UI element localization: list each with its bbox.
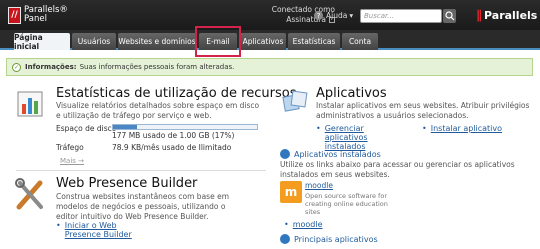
top-apps-icon	[280, 234, 290, 244]
applications-icon	[282, 88, 310, 118]
moodle-icon[interactable]: m	[280, 181, 302, 203]
disk-space-value: 177 MB usado de 1.00 GB (17%)	[112, 131, 235, 140]
tab-users[interactable]: Usuários	[72, 33, 116, 50]
help-label: Ajuda	[326, 11, 348, 20]
bullet-icon: •	[56, 221, 61, 230]
launch-wpb-link[interactable]: Iniciar o Web Presence Builder	[65, 221, 155, 239]
help-icon: ?	[314, 11, 323, 20]
email-tab-highlight	[195, 26, 241, 57]
statistics-description: Visualize relatórios detalhados sobre es…	[56, 101, 260, 120]
tab-websites-domains[interactable]: Websites e domínios	[118, 33, 196, 50]
section-divider	[16, 170, 266, 171]
bullet-icon: •	[316, 124, 321, 133]
installed-apps-heading[interactable]: Aplicativos instalados	[280, 149, 381, 159]
bullet-icon: •	[422, 124, 427, 133]
moodle-description: Open source software for creating online…	[305, 192, 388, 216]
statistics-chart-icon	[14, 88, 46, 122]
traffic-value: 78.9 KB/mês usado de Ilimitado	[112, 143, 232, 152]
manage-apps-link[interactable]: Gerenciar aplicativos instalados	[325, 124, 403, 151]
applications-description: Instalar aplicativos em seus websites. A…	[316, 101, 530, 120]
logo-icon: //	[8, 6, 21, 24]
brand-text: Parallels	[484, 8, 538, 22]
info-message: ✓ Informações: Suas informações pessoais…	[6, 58, 533, 76]
tab-statistics[interactable]: Estatísticas	[288, 33, 340, 50]
search-button[interactable]	[443, 9, 456, 23]
applications-title: Aplicativos	[316, 86, 387, 101]
disk-usage-bar	[112, 124, 258, 130]
top-bar: // Parallels® Panel Conectado como Assin…	[0, 0, 540, 30]
chevron-down-icon: ▾	[349, 11, 354, 20]
bullet-icon: •	[284, 220, 289, 229]
wpb-description: Construa websites instantâneos com base …	[56, 192, 229, 221]
info-check-icon: ✓	[12, 62, 21, 72]
disk-usage-fill	[113, 125, 138, 129]
search-icon	[445, 11, 455, 21]
more-stats-link[interactable]: Mais →	[60, 157, 84, 165]
info-message-label: Informações:	[25, 63, 77, 71]
tab-home[interactable]: Página inicial	[14, 33, 70, 51]
moodle-name[interactable]: moodle	[305, 181, 333, 190]
wpb-title: Web Presence Builder	[56, 176, 198, 191]
installed-apps-description: Utilize os links abaixo para acessar ou …	[280, 160, 515, 179]
disk-space-label: Espaço de disco	[56, 124, 117, 133]
statistics-title: Estatísticas de utilização de recursos	[56, 86, 297, 101]
install-app-link[interactable]: Instalar aplicativo	[431, 124, 502, 133]
info-message-text: Suas informações pessoais foram alterada…	[79, 63, 235, 71]
main-tabs: Página inicial Usuários Websites e domín…	[0, 30, 540, 51]
help-menu[interactable]: ? Ajuda ▾	[314, 11, 353, 20]
tab-account[interactable]: Conta	[342, 33, 378, 50]
tools-icon	[14, 177, 46, 215]
apps-globe-icon	[280, 149, 290, 159]
parallels-brand: ∥ Parallels	[476, 8, 537, 22]
top-apps-heading[interactable]: Principais aplicativos	[280, 234, 378, 244]
panel-logo[interactable]: // Parallels® Panel	[8, 6, 68, 24]
logo-line2: Panel	[24, 14, 47, 24]
parallels-logo-icon: ∥	[476, 8, 482, 22]
moodle-link[interactable]: moodle	[293, 220, 323, 229]
search-input[interactable]: Buscar...	[360, 9, 442, 23]
tab-applications[interactable]: Aplicativos	[240, 33, 286, 50]
traffic-label: Tráfego	[56, 143, 84, 152]
